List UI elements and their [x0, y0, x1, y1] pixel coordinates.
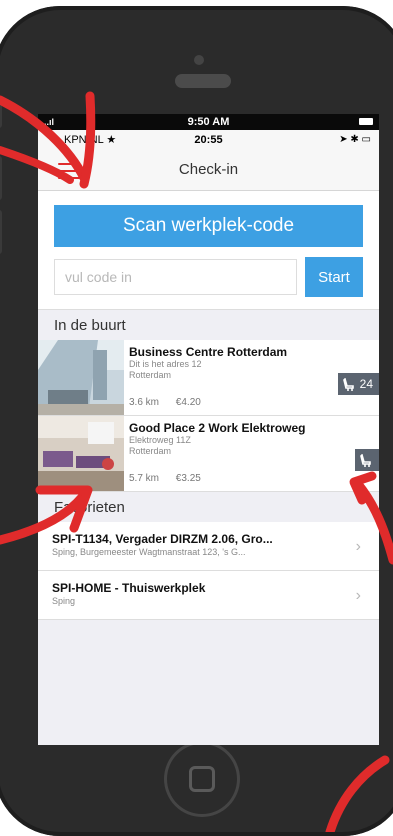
status-icons: ➤ ✱ ▭: [339, 134, 371, 145]
place-price: €4.20: [175, 397, 201, 408]
place-meta: 5.7 km €3.25: [129, 473, 201, 484]
place-meta: 3.6 km €4.20: [129, 397, 201, 408]
battery-icon: [359, 118, 373, 125]
signal-indicator: ..ıl: [44, 117, 55, 127]
navigation-bar: Check-in: [38, 150, 379, 191]
seat-icon: [360, 453, 371, 467]
earpiece-speaker: [175, 74, 231, 88]
favorite-title: SPI-T1134, Vergader DIRZM 2.06, Gro...: [52, 532, 273, 546]
volume-up-button: [0, 156, 2, 200]
scan-section: Scan werkplek-code Start: [38, 191, 379, 310]
favorite-subtitle: Sping, Burgemeester Wagtmanstraat 123, '…: [52, 547, 246, 557]
place-city: Rotterdam: [129, 370, 172, 380]
seat-icon: [343, 377, 355, 391]
seats-badge: 24: [338, 373, 379, 395]
page-title: Check-in: [178, 161, 239, 178]
seats-badge: [355, 449, 379, 471]
home-button[interactable]: [164, 741, 240, 817]
place-distance: 3.6 km: [129, 397, 160, 408]
favorite-title: SPI-HOME - Thuiswerkplek: [52, 581, 206, 595]
nearby-section-header: In de buurt: [38, 310, 379, 340]
volume-down-button: [0, 210, 2, 254]
code-input[interactable]: [54, 259, 297, 295]
place-photo: [38, 340, 124, 415]
place-address: Dit is het adres 12: [129, 359, 202, 369]
device-status-bar: ..ıl 9:50 AM: [38, 114, 379, 130]
chevron-right-icon: ›: [355, 538, 361, 555]
chevron-right-icon: ›: [355, 587, 361, 604]
list-item-favorite[interactable]: SPI-T1134, Vergader DIRZM 2.06, Gro... S…: [38, 522, 379, 571]
device-time: 9:50 AM: [187, 116, 230, 128]
place-name: Business Centre Rotterdam: [129, 345, 288, 359]
app-status-bar: KPN NL ★ 20:55 ➤ ✱ ▭: [38, 130, 379, 150]
place-price: €3.25: [175, 473, 201, 484]
place-distance: 5.7 km: [129, 473, 160, 484]
app-screen: ..ıl 9:50 AM KPN NL ★ 20:55 ➤ ✱ ▭ Check-…: [38, 114, 379, 745]
list-item-favorite[interactable]: SPI-HOME - Thuiswerkplek Sping ›: [38, 571, 379, 620]
status-time: 20:55: [194, 134, 223, 146]
favorite-subtitle: Sping: [52, 596, 76, 606]
scan-workplace-code-button[interactable]: Scan werkplek-code: [54, 205, 363, 247]
code-entry-row: Start: [54, 257, 363, 297]
mute-switch: [0, 102, 2, 128]
seats-count: 24: [359, 377, 373, 391]
place-address: Elektroweg 11Z: [129, 435, 191, 445]
home-square-icon: [189, 766, 215, 792]
nearby-list: Business Centre Rotterdam Dit is het adr…: [38, 340, 379, 492]
start-button[interactable]: Start: [305, 257, 363, 297]
list-item-nearby-place[interactable]: Business Centre Rotterdam Dit is het adr…: [38, 340, 379, 416]
favorites-list: SPI-T1134, Vergader DIRZM 2.06, Gro... S…: [38, 522, 379, 620]
favorites-section-header: Favorieten: [38, 492, 379, 522]
place-name: Good Place 2 Work Elektroweg: [129, 421, 306, 435]
front-camera: [194, 55, 204, 65]
list-item-nearby-place[interactable]: Good Place 2 Work Elektroweg Elektroweg …: [38, 416, 379, 492]
place-photo: [38, 416, 124, 491]
place-city: Rotterdam: [129, 446, 172, 456]
